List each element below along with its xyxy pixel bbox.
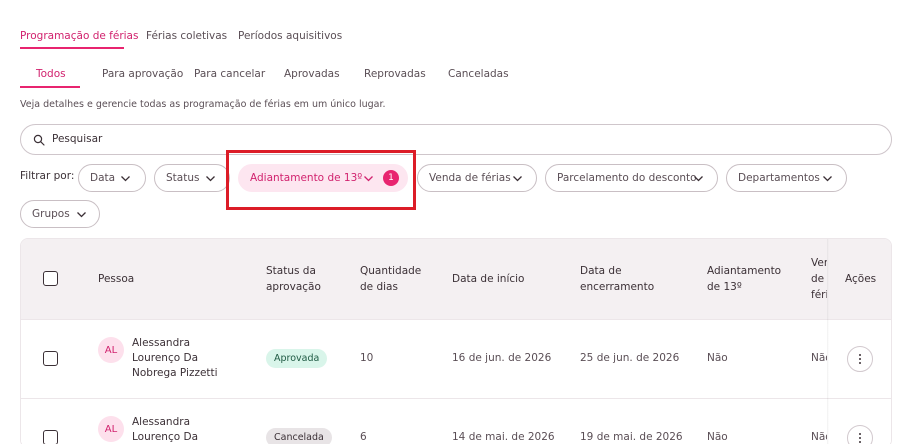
filter-label: Filtrar por: [20, 170, 75, 182]
subtab-para-aprovacao[interactable]: Para aprovação [102, 68, 183, 80]
days-cell: 6 [360, 431, 367, 443]
filter-chip-label: Grupos [32, 208, 70, 220]
active-subtab-indicator [20, 86, 80, 88]
chevron-down-icon [121, 176, 130, 182]
filter-chip-venda-de-ferias[interactable]: Venda de férias [417, 164, 537, 192]
filter-chip-label: Parcelamento do desconto [557, 172, 697, 184]
filter-chip-data[interactable]: Data [78, 164, 146, 192]
highlight-annotation [226, 150, 416, 210]
table-row[interactable]: AL Alessandra Lourenço Da Nobrega Pizzet… [21, 319, 891, 398]
filter-chip-status[interactable]: Status [154, 164, 230, 192]
start-date-cell: 16 de jun. de 2026 [452, 352, 552, 364]
sale-cell: Não [811, 352, 827, 364]
header-pessoa[interactable]: Pessoa [98, 271, 134, 287]
chevron-down-icon [77, 212, 86, 218]
filter-chip-grupos[interactable]: Grupos [20, 200, 100, 228]
sale-cell: Não [811, 431, 827, 443]
header-status[interactable]: Status da aprovação [266, 263, 336, 295]
header-venda-clip: Venda de férias [811, 255, 827, 305]
search-input[interactable]: Pesquisar [20, 124, 892, 155]
tab-ferias-coletivas[interactable]: Férias coletivas [146, 30, 227, 42]
header-venda[interactable]: Venda de férias [811, 255, 827, 303]
active-tab-indicator [20, 47, 124, 49]
subtab-todos[interactable]: Todos [36, 68, 66, 80]
page-description: Veja detalhes e gerencie todas as progra… [20, 99, 386, 110]
end-date-cell: 19 de mai. de 2026 [580, 431, 683, 443]
days-cell: 10 [360, 352, 374, 364]
search-icon [33, 134, 45, 146]
tab-programacao-de-ferias[interactable]: Programação de férias [20, 30, 138, 42]
filter-chip-departamentos[interactable]: Departamentos [726, 164, 847, 192]
table-row[interactable]: AL Alessandra Lourenço Da Nobrega Pizzet… [21, 398, 891, 444]
filter-chip-label: Data [90, 172, 116, 184]
header-quantidade[interactable]: Quantidade de dias [360, 263, 426, 295]
row-checkbox[interactable] [43, 430, 58, 444]
header-adiantamento[interactable]: Adiantamento de 13º [707, 263, 797, 295]
status-badge: Cancelada [266, 428, 332, 444]
header-data-inicio[interactable]: Data de início [452, 271, 524, 287]
avatar-initials: AL [104, 344, 118, 356]
sticky-column-shadow [827, 239, 829, 444]
vacation-table: Pessoa Status da aprovação Quantidade de… [20, 238, 892, 444]
subtab-aprovadas[interactable]: Aprovadas [284, 68, 340, 80]
sale-cell-clip: Não [811, 350, 827, 366]
subtab-reprovadas[interactable]: Reprovadas [364, 68, 426, 80]
chevron-down-icon [513, 176, 522, 182]
advance-cell: Não [707, 431, 728, 443]
row-actions-button[interactable] [847, 346, 873, 372]
chevron-down-icon [694, 176, 703, 182]
avatar-initials: AL [104, 423, 118, 435]
end-date-cell: 25 de jun. de 2026 [580, 352, 680, 364]
chevron-down-icon [823, 176, 832, 182]
filter-chip-label: Departamentos [738, 172, 820, 184]
header-acoes: Ações [845, 273, 877, 285]
search-placeholder: Pesquisar [52, 133, 103, 145]
row-actions-button[interactable] [847, 425, 873, 444]
more-vertical-icon [859, 354, 861, 364]
subtab-para-cancelar[interactable]: Para cancelar [194, 68, 265, 80]
chevron-down-icon [206, 176, 215, 182]
start-date-cell: 14 de mai. de 2026 [452, 431, 555, 443]
filter-chip-parcelamento[interactable]: Parcelamento do desconto [545, 164, 718, 192]
tab-periodos-aquisitivos[interactable]: Períodos aquisitivos [238, 30, 342, 42]
header-data-encerramento[interactable]: Data de encerramento [580, 263, 660, 295]
status-badge: Aprovada [266, 349, 328, 368]
select-all-checkbox[interactable] [43, 271, 58, 286]
person-name[interactable]: Alessandra Lourenço Da Nobrega Pizzetti [132, 415, 232, 444]
filter-chip-label: Venda de férias [429, 172, 511, 184]
avatar: AL [98, 416, 124, 442]
advance-cell: Não [707, 352, 728, 364]
subtab-canceladas[interactable]: Canceladas [448, 68, 509, 80]
filter-chip-label: Status [166, 172, 200, 184]
avatar: AL [98, 337, 124, 363]
person-name[interactable]: Alessandra Lourenço Da Nobrega Pizzetti [132, 336, 232, 381]
more-vertical-icon [859, 433, 861, 443]
row-checkbox[interactable] [43, 351, 58, 366]
sale-cell-clip: Não [811, 429, 827, 444]
table-header: Pessoa Status da aprovação Quantidade de… [21, 239, 891, 319]
